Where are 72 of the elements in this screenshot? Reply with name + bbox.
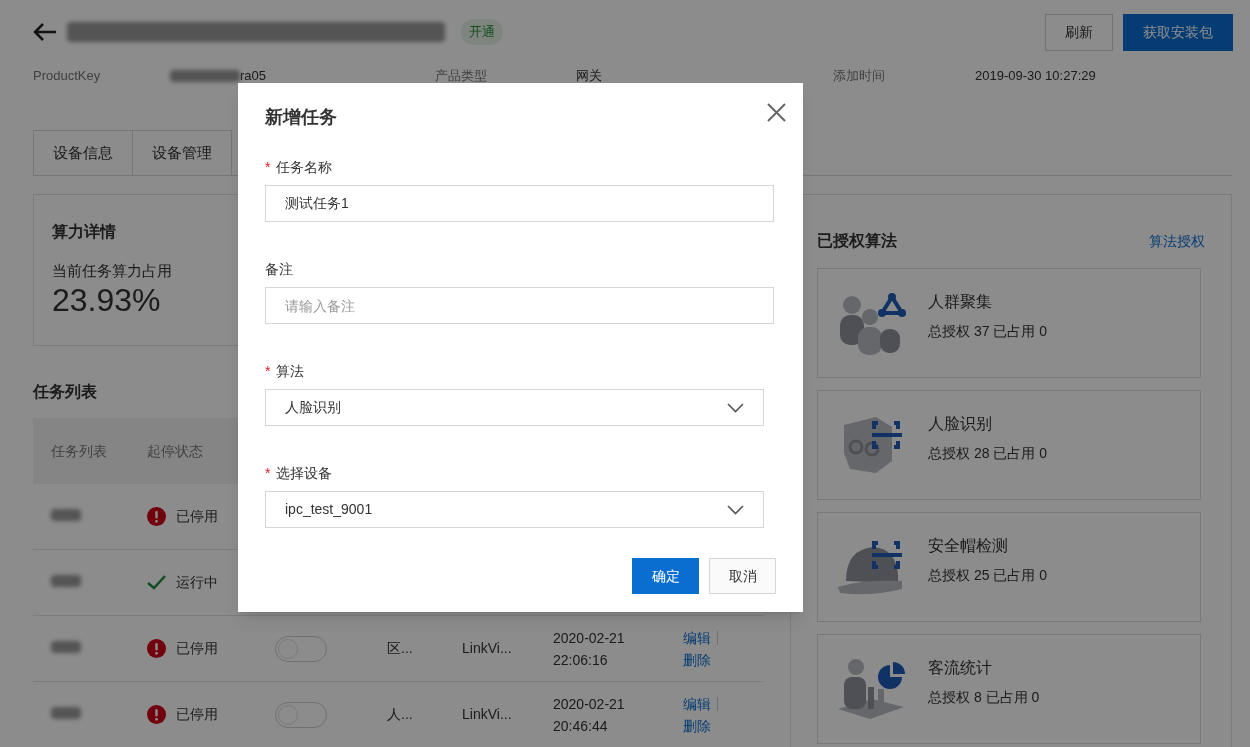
select-field[interactable]: 人脸识别 xyxy=(265,389,764,426)
close-icon[interactable] xyxy=(767,102,786,122)
alert-icon xyxy=(147,705,166,724)
field-label: 算法 xyxy=(276,361,305,381)
algorithm-stats: 总授权 25 已占用 0 xyxy=(928,566,1048,585)
column-header: 任务列表 xyxy=(51,442,107,459)
blurred-text xyxy=(51,707,81,719)
info-label: ProductKey xyxy=(33,68,101,84)
required-mark: * xyxy=(265,157,271,177)
refresh-button[interactable]: 刷新 xyxy=(1045,13,1113,51)
toggle-switch[interactable] xyxy=(275,635,327,662)
compute-value: 23.93% xyxy=(52,281,161,319)
cancel-button[interactable]: 取消 xyxy=(709,558,776,594)
time-text: 20:46:44 xyxy=(553,716,609,736)
blurred-text xyxy=(51,509,81,521)
info-value: ra05 xyxy=(240,67,267,86)
algorithm-stats: 总授权 8 已占用 0 xyxy=(928,688,1040,707)
chevron-down-icon xyxy=(727,402,744,413)
input-field[interactable]: 测试任务1 xyxy=(265,185,774,222)
toggle-switch[interactable] xyxy=(275,701,327,728)
status-text: 已停用 xyxy=(176,639,218,658)
alert-icon xyxy=(147,639,166,658)
table-cell: LinkVi... xyxy=(462,640,512,656)
back-arrow-icon[interactable] xyxy=(33,23,57,41)
info-label: 添加时间 xyxy=(833,68,885,84)
required-mark: * xyxy=(265,463,271,483)
edit-link[interactable]: 编辑 xyxy=(683,692,711,715)
time-text: 22:06:16 xyxy=(553,650,609,670)
check-icon xyxy=(147,575,166,590)
delete-link[interactable]: 删除 xyxy=(683,714,711,737)
algorithm-name: 客流统计 xyxy=(928,658,993,678)
status-text: 运行中 xyxy=(176,573,218,592)
section-title: 任务列表 xyxy=(33,382,98,402)
alert-icon xyxy=(147,507,166,526)
info-label: 产品类型 xyxy=(435,68,487,84)
date-text: 2020-02-21 xyxy=(553,694,626,714)
status-text: 已停用 xyxy=(176,705,218,724)
date-text: 2020-02-21 xyxy=(553,628,626,648)
field-label: 备注 xyxy=(265,259,293,279)
table-cell: LinkVi... xyxy=(462,706,512,722)
select-field[interactable]: ipc_test_9001 xyxy=(265,491,764,528)
table-cell: 区... xyxy=(387,640,413,656)
algorithm-stats: 总授权 37 已占用 0 xyxy=(928,322,1048,341)
chevron-down-icon xyxy=(727,504,744,515)
algorithm-name: 人群聚集 xyxy=(928,292,993,312)
algorithm-name: 安全帽检测 xyxy=(928,536,1009,556)
blurred-text xyxy=(51,641,81,653)
blurred-text xyxy=(51,575,81,587)
info-value: 2019-09-30 10:27:29 xyxy=(975,67,1096,86)
info-value: 网关 xyxy=(576,67,602,86)
input-field[interactable]: 请输入备注 xyxy=(265,287,774,324)
edit-link[interactable]: 编辑 xyxy=(683,626,711,649)
status-text: 已停用 xyxy=(176,507,218,526)
field-label: 任务名称 xyxy=(276,157,333,177)
card-title: 算力详情 xyxy=(52,222,116,242)
status-badge: 开通 xyxy=(461,19,503,45)
tab[interactable]: 设备管理 xyxy=(132,130,232,175)
required-mark: * xyxy=(265,361,271,381)
table-cell: 人... xyxy=(387,706,413,722)
algorithm-name: 人脸识别 xyxy=(928,414,993,434)
field-label: 选择设备 xyxy=(276,463,333,483)
column-header: 起停状态 xyxy=(147,442,203,459)
confirm-button[interactable]: 确定 xyxy=(632,558,699,594)
algorithm-stats: 总授权 28 已占用 0 xyxy=(928,444,1048,463)
compute-label: 当前任务算力占用 xyxy=(52,261,172,281)
section-title: 已授权算法 xyxy=(817,231,897,251)
authorize-link[interactable]: 算法授权 xyxy=(1149,230,1205,252)
dialog-title: 新增任务 xyxy=(265,106,337,129)
tab[interactable]: 设备信息 xyxy=(33,130,133,175)
blurred-text xyxy=(170,70,240,82)
delete-link[interactable]: 删除 xyxy=(683,648,711,671)
download-button[interactable]: 获取安装包 xyxy=(1123,13,1233,51)
